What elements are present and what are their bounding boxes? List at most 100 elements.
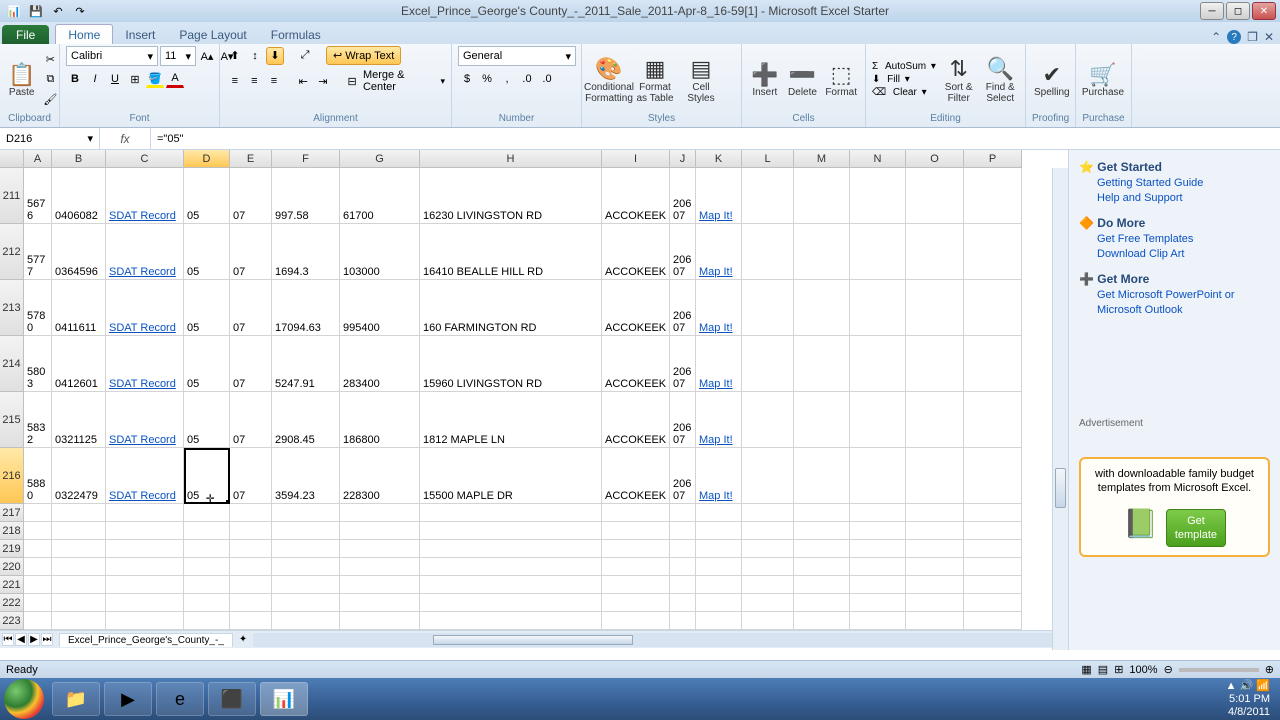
cell[interactable] — [670, 558, 696, 576]
cell[interactable]: ACCOKEEK — [602, 280, 670, 336]
cell[interactable] — [420, 576, 602, 594]
align-top-icon[interactable]: ⬆ — [226, 47, 244, 65]
map-it-link[interactable]: Map It! — [699, 490, 733, 502]
cell[interactable] — [794, 168, 850, 224]
zoom-in-icon[interactable]: ⊕ — [1265, 663, 1274, 676]
sort-filter-button[interactable]: ⇅Sort & Filter — [940, 54, 978, 106]
cell[interactable]: ACCOKEEK — [602, 448, 670, 504]
col-header-P[interactable]: P — [964, 150, 1022, 168]
cell[interactable]: 0364596 — [52, 224, 106, 280]
cell[interactable] — [602, 540, 670, 558]
cell[interactable] — [420, 594, 602, 612]
cell[interactable] — [742, 448, 794, 504]
cell[interactable] — [964, 522, 1022, 540]
taskbar-explorer-icon[interactable]: 📁 — [52, 682, 100, 716]
row-header[interactable]: 223 — [0, 612, 24, 630]
autosum-button[interactable]: Σ AutoSum ▾ — [872, 61, 936, 72]
cell[interactable] — [670, 540, 696, 558]
cell[interactable] — [420, 522, 602, 540]
col-header-L[interactable]: L — [742, 150, 794, 168]
cell[interactable] — [420, 540, 602, 558]
cell[interactable] — [52, 540, 106, 558]
cell[interactable] — [906, 224, 964, 280]
cell[interactable] — [906, 576, 964, 594]
format-as-table-button[interactable]: ▦Format as Table — [634, 54, 676, 106]
cell[interactable] — [742, 336, 794, 392]
orientation-icon[interactable]: ⤢ — [296, 47, 314, 65]
decrease-indent-icon[interactable]: ⇤ — [294, 72, 312, 90]
cell[interactable] — [272, 504, 340, 522]
cell[interactable]: 15960 LIVINGSTON RD — [420, 336, 602, 392]
row-header[interactable]: 215 — [0, 392, 24, 448]
cell[interactable] — [272, 612, 340, 630]
align-bottom-icon[interactable]: ⬇ — [266, 47, 284, 65]
col-header-F[interactable]: F — [272, 150, 340, 168]
cell[interactable] — [850, 504, 906, 522]
cell[interactable] — [230, 522, 272, 540]
sdat-record-link[interactable]: SDAT Record — [109, 210, 176, 222]
minimize-button[interactable]: ─ — [1200, 2, 1224, 20]
cell[interactable] — [964, 576, 1022, 594]
cell[interactable] — [794, 522, 850, 540]
cell[interactable]: SDAT Record — [106, 448, 184, 504]
cell[interactable] — [696, 540, 742, 558]
system-tray[interactable]: ▲ 🔊 📶 5:01 PM4/8/2011 — [1226, 680, 1276, 719]
cell[interactable] — [850, 558, 906, 576]
sdat-record-link[interactable]: SDAT Record — [109, 266, 176, 278]
cell[interactable] — [272, 576, 340, 594]
cell[interactable]: 16410 BEALLE HILL RD — [420, 224, 602, 280]
tab-home[interactable]: Home — [55, 24, 113, 44]
cell[interactable] — [964, 594, 1022, 612]
number-format-combo[interactable]: General▾ — [458, 46, 576, 66]
row-header[interactable]: 218 — [0, 522, 24, 540]
map-it-link[interactable]: Map It! — [699, 210, 733, 222]
cell[interactable]: 0406082 — [52, 168, 106, 224]
tab-page-layout[interactable]: Page Layout — [167, 25, 258, 44]
cell[interactable]: ACCOKEEK — [602, 168, 670, 224]
font-name-combo[interactable]: Calibri▾ — [66, 46, 158, 66]
cell[interactable] — [906, 280, 964, 336]
cell[interactable] — [24, 522, 52, 540]
cell[interactable] — [794, 448, 850, 504]
increase-decimal-icon[interactable]: .0 — [518, 70, 536, 88]
font-color-icon[interactable]: A — [166, 70, 184, 88]
cell[interactable] — [906, 168, 964, 224]
cell[interactable] — [52, 612, 106, 630]
sheet-tab[interactable]: Excel_Prince_George's_County_-_ — [59, 633, 233, 647]
new-sheet-icon[interactable]: ✦ — [239, 634, 247, 645]
cell[interactable]: ACCOKEEK — [602, 224, 670, 280]
select-all-corner[interactable] — [0, 150, 24, 168]
cell[interactable] — [670, 612, 696, 630]
sdat-record-link[interactable]: SDAT Record — [109, 434, 176, 446]
cell[interactable]: SDAT Record — [106, 280, 184, 336]
col-header-B[interactable]: B — [52, 150, 106, 168]
cell[interactable] — [794, 612, 850, 630]
row-header[interactable]: 212 — [0, 224, 24, 280]
view-layout-icon[interactable]: ▤ — [1098, 663, 1108, 676]
fill-button[interactable]: ⬇ Fill ▾ — [872, 74, 936, 85]
tab-formulas[interactable]: Formulas — [259, 25, 333, 44]
row-header[interactable]: 217 — [0, 504, 24, 522]
cell[interactable] — [340, 594, 420, 612]
cell[interactable] — [272, 522, 340, 540]
cell[interactable] — [964, 448, 1022, 504]
cell[interactable] — [850, 448, 906, 504]
cell[interactable]: 583 2 — [24, 392, 52, 448]
start-button[interactable] — [4, 679, 44, 719]
currency-icon[interactable]: $ — [458, 70, 476, 88]
cell[interactable] — [794, 594, 850, 612]
cell[interactable] — [964, 224, 1022, 280]
cell[interactable] — [742, 558, 794, 576]
cell[interactable]: 05 — [184, 168, 230, 224]
bold-button[interactable]: B — [66, 70, 84, 88]
cell[interactable]: 160 FARMINGTON RD — [420, 280, 602, 336]
cell[interactable] — [742, 594, 794, 612]
cell[interactable]: 05 — [184, 336, 230, 392]
cell[interactable]: 17094.63 — [272, 280, 340, 336]
cell[interactable] — [24, 558, 52, 576]
cell[interactable] — [742, 280, 794, 336]
merge-icon[interactable]: ⊟ — [343, 72, 361, 90]
cell[interactable]: 1694.3 — [272, 224, 340, 280]
col-header-H[interactable]: H — [420, 150, 602, 168]
cell[interactable] — [964, 612, 1022, 630]
